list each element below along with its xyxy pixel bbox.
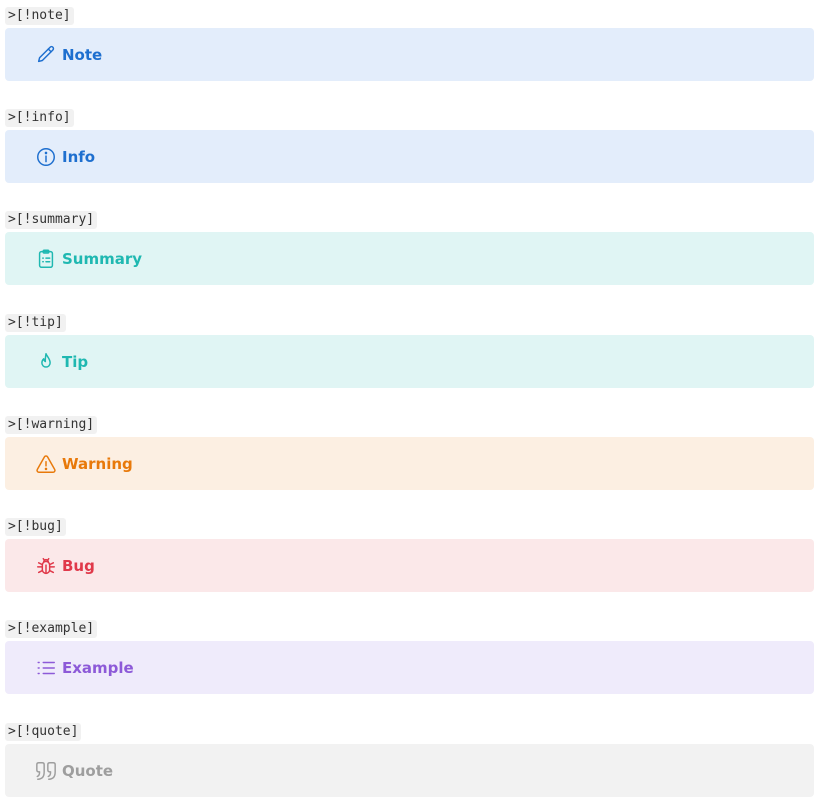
callout-syntax-label: >[!quote]: [5, 723, 82, 741]
callout-syntax-label: >[!tip]: [5, 314, 66, 332]
callout-block-bug: >[!bug] Bug: [5, 517, 814, 592]
callout-quote[interactable]: Quote: [5, 744, 814, 797]
callout-syntax-label: >[!warning]: [5, 416, 98, 434]
callout-block-warning: >[!warning] Warning: [5, 415, 814, 490]
callout-note[interactable]: Note: [5, 28, 814, 81]
callout-title: Quote: [62, 761, 114, 780]
callout-title: Example: [62, 658, 134, 677]
callout-block-summary: >[!summary] Summary: [5, 210, 814, 285]
bug-icon: [35, 555, 57, 577]
info-icon: [35, 146, 57, 168]
warning-triangle-icon: [35, 453, 57, 475]
callout-info[interactable]: Info: [5, 130, 814, 183]
callout-warning[interactable]: Warning: [5, 437, 814, 490]
callout-title: Summary: [62, 249, 143, 268]
callout-title: Warning: [62, 454, 133, 473]
callout-syntax-label: >[!example]: [5, 620, 98, 638]
pencil-icon: [35, 44, 57, 66]
callout-title: Info: [62, 147, 96, 166]
clipboard-list-icon: [35, 248, 57, 270]
callout-tip[interactable]: Tip: [5, 335, 814, 388]
list-icon: [35, 657, 57, 679]
callout-example[interactable]: Example: [5, 641, 814, 694]
callout-block-note: >[!note] Note: [5, 6, 814, 81]
callout-syntax-label: >[!summary]: [5, 211, 98, 229]
callout-block-example: >[!example] Example: [5, 619, 814, 694]
callout-block-quote: >[!quote] Quote: [5, 722, 814, 797]
flame-icon: [35, 351, 57, 373]
callout-block-info: >[!info] Info: [5, 108, 814, 183]
callout-title: Bug: [62, 556, 95, 575]
callout-gallery: { "callouts": [ {"code": ">[!note]", "ti…: [0, 0, 819, 802]
callout-syntax-label: >[!info]: [5, 109, 74, 127]
callout-bug[interactable]: Bug: [5, 539, 814, 592]
callout-syntax-label: >[!bug]: [5, 518, 66, 536]
callout-title: Tip: [62, 352, 89, 371]
callout-summary[interactable]: Summary: [5, 232, 814, 285]
callout-block-tip: >[!tip] Tip: [5, 313, 814, 388]
callout-title: Note: [62, 45, 103, 64]
quote-icon: [35, 760, 57, 782]
callout-syntax-label: >[!note]: [5, 7, 74, 25]
